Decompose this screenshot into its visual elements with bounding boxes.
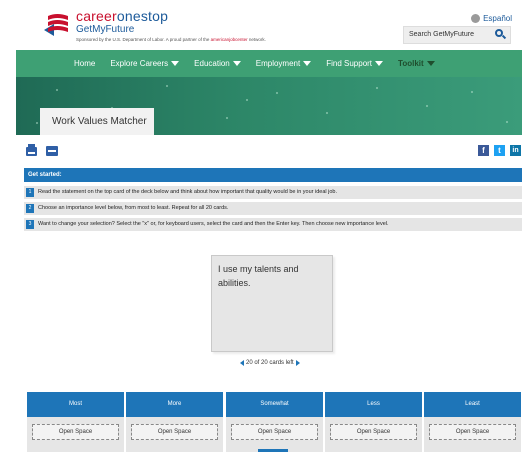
ajc-link[interactable]: americanjobcenter	[211, 37, 248, 42]
step-number: 3	[26, 220, 34, 229]
open-space-slot[interactable]: Open Space	[131, 424, 218, 440]
globe-icon	[471, 14, 481, 23]
language-link[interactable]: Español	[471, 14, 512, 23]
step-number: 1	[26, 188, 34, 197]
search-placeholder: Search GetMyFuture	[409, 31, 474, 38]
main-nav: Home Explore Careers Education Employmen…	[16, 50, 522, 77]
open-space-slot[interactable]: Open Space	[429, 424, 516, 440]
column-drop-zone: Open Space	[27, 417, 124, 452]
linkedin-icon[interactable]: in	[510, 145, 521, 156]
column-drop-zone: Open Space	[325, 417, 422, 452]
careeronestop-logo[interactable]	[42, 10, 72, 40]
column-header-least: Least	[424, 392, 521, 417]
caret-down-icon	[171, 61, 180, 66]
column-header-less: Less	[325, 392, 422, 417]
instruction-step: 1 Read the statement on the top card of …	[24, 186, 522, 199]
instruction-step: 3 Want to change your selection? Select …	[24, 218, 522, 231]
brand-name[interactable]: careeronestop	[76, 8, 168, 24]
page-title-tab: Work Values Matcher	[40, 108, 154, 135]
previous-card-icon[interactable]	[240, 360, 244, 366]
print-icon[interactable]	[26, 144, 37, 156]
next-card-icon[interactable]	[295, 360, 300, 366]
value-card[interactable]: I use my talents and abilities.	[211, 255, 333, 352]
brand-subtitle: GetMyFuture	[76, 24, 135, 35]
nav-item-find-support[interactable]: Find Support	[326, 59, 384, 68]
column-header-somewhat: Somewhat	[226, 392, 323, 417]
nav-item-explore-careers[interactable]: Explore Careers	[110, 59, 180, 68]
email-icon[interactable]	[46, 146, 58, 156]
nav-item-toolkit[interactable]: Toolkit	[398, 59, 435, 68]
twitter-icon[interactable]: t	[494, 145, 505, 156]
open-space-slot[interactable]: Open Space	[330, 424, 417, 440]
column-drop-zone: Open Space	[424, 417, 521, 452]
open-space-slot[interactable]: Open Space	[231, 424, 318, 440]
step-text: Want to change your selection? Select th…	[38, 221, 389, 227]
column-header-most: Most	[27, 392, 124, 417]
card-counter: 20 of 20 cards left	[240, 360, 300, 366]
instruction-step: 2 Choose an importance level below, from…	[24, 202, 522, 215]
facebook-icon[interactable]: f	[478, 145, 489, 156]
step-text: Choose an importance level below, from m…	[38, 205, 229, 211]
column-header-more: More	[126, 392, 223, 417]
column-drop-zone: Open Space	[226, 417, 323, 452]
instructions-heading: Get started:	[24, 168, 522, 182]
caret-down-icon	[232, 61, 241, 66]
caret-down-icon	[426, 61, 435, 66]
open-space-slot[interactable]: Open Space	[32, 424, 119, 440]
search-icon[interactable]	[495, 29, 507, 40]
search-input[interactable]: Search GetMyFuture	[403, 26, 511, 44]
nav-item-home[interactable]: Home	[74, 59, 95, 68]
nav-item-employment[interactable]: Employment	[256, 59, 312, 68]
sponsor-text: Sponsored by the U.S. Department of Labo…	[76, 37, 266, 42]
site-header: careeronestop GetMyFuture Sponsored by t…	[0, 0, 524, 50]
step-number: 2	[26, 204, 34, 213]
cards-left-text: 20 of 20 cards left	[246, 360, 294, 366]
caret-down-icon	[375, 61, 384, 66]
step-text: Read the statement on the top card of th…	[38, 189, 338, 195]
column-drop-zone: Open Space	[126, 417, 223, 452]
caret-down-icon	[303, 61, 312, 66]
nav-item-education[interactable]: Education	[194, 59, 241, 68]
